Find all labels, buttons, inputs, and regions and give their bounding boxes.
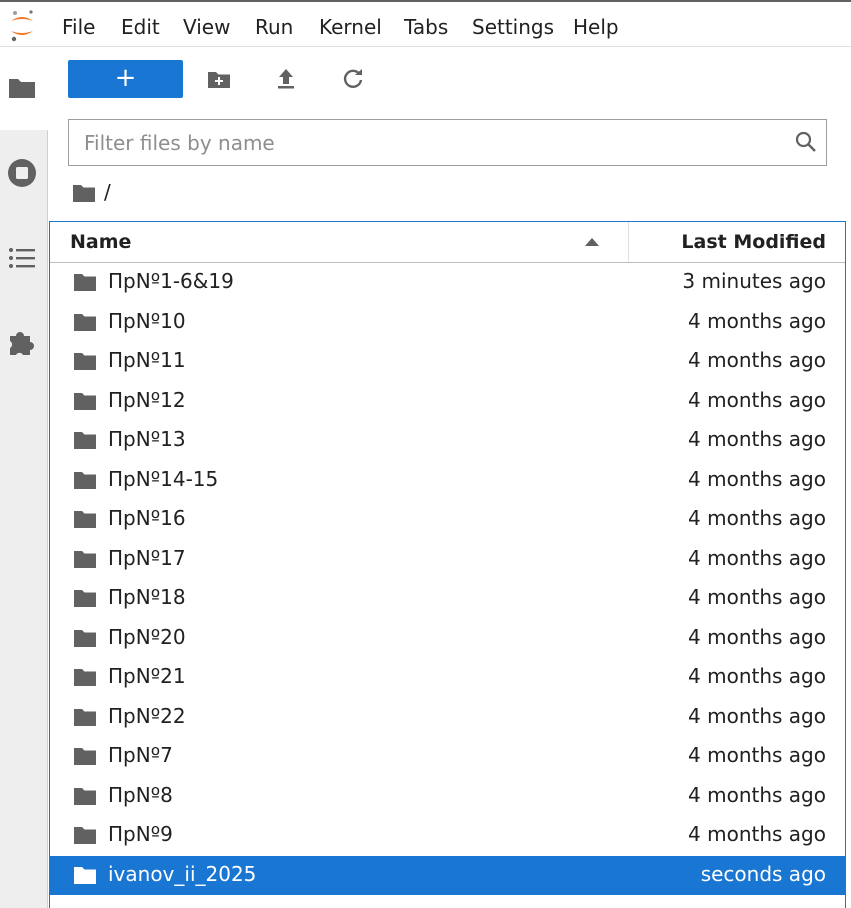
- row-last-modified: 4 months ago: [688, 782, 826, 807]
- column-header-name[interactable]: Name: [70, 231, 131, 253]
- folder-icon: [74, 827, 96, 844]
- row-name: ПрNº10: [108, 308, 186, 333]
- menu-bar: File Edit View Run Kernel Tabs Settings …: [0, 0, 851, 47]
- row-name: ПрNº12: [108, 387, 186, 412]
- row-name: ПрNº18: [108, 585, 186, 609]
- row-last-modified: 4 months ago: [688, 348, 826, 372]
- folder-icon: [74, 590, 96, 607]
- folder-icon: [74, 669, 96, 686]
- table-row[interactable]: ПрNº17 4 months ago: [50, 540, 845, 579]
- folder-icon: [74, 629, 96, 647]
- row-name: ПрNº9: [108, 822, 173, 846]
- row-last-modified: 4 months ago: [688, 585, 826, 609]
- folder-icon: [74, 353, 96, 370]
- row-last-modified: 4 months ago: [688, 466, 826, 491]
- row-name: ПрNº14-15: [108, 466, 219, 491]
- row-name: ПрNº8: [108, 782, 173, 807]
- home-folder-icon[interactable]: [72, 182, 96, 204]
- table-row[interactable]: ПрNº20 4 months ago: [50, 619, 845, 658]
- new-launcher-button[interactable]: +: [68, 60, 183, 98]
- row-last-modified: seconds ago: [700, 861, 826, 886]
- table-row[interactable]: ПрNº10 4 months ago: [50, 303, 845, 342]
- filter-input[interactable]: [69, 120, 769, 165]
- table-row[interactable]: ПрNº22 4 months ago: [50, 698, 845, 737]
- row-last-modified: 4 months ago: [688, 664, 826, 688]
- row-last-modified: 3 minutes ago: [682, 269, 826, 293]
- row-name: ПрNº13: [108, 427, 186, 451]
- column-divider[interactable]: [628, 222, 629, 262]
- table-row[interactable]: ПрNº16 4 months ago: [50, 500, 845, 539]
- menu-help[interactable]: Help: [573, 14, 619, 40]
- folder-icon: [74, 550, 96, 568]
- row-name: ivanov_ii_2025: [108, 861, 257, 886]
- row-name: ПрNº1-6&19: [108, 269, 234, 293]
- extension-icon[interactable]: [6, 326, 38, 358]
- folder-icon: [74, 274, 96, 291]
- menu-run[interactable]: Run: [255, 14, 293, 40]
- menu-tabs[interactable]: Tabs: [404, 14, 448, 40]
- new-folder-icon[interactable]: [204, 64, 234, 94]
- running-icon[interactable]: [6, 157, 38, 189]
- menu-edit[interactable]: Edit: [121, 14, 160, 40]
- row-name: ПрNº11: [108, 348, 186, 372]
- breadcrumb-path[interactable]: /: [104, 180, 111, 204]
- row-name: ПрNº22: [108, 703, 186, 728]
- row-last-modified: 4 months ago: [688, 624, 826, 649]
- sort-ascending-icon: [585, 238, 599, 246]
- table-row[interactable]: ПрNº1-6&19 3 minutes ago: [50, 263, 845, 302]
- table-row[interactable]: ПрNº7 4 months ago: [50, 737, 845, 776]
- folder-icon: [74, 787, 96, 805]
- row-name: ПрNº16: [108, 506, 186, 530]
- folder-icon: [74, 748, 96, 765]
- row-last-modified: 4 months ago: [688, 387, 826, 412]
- left-sidebar: [0, 47, 48, 908]
- row-last-modified: 4 months ago: [688, 308, 826, 333]
- folder-icon: [74, 392, 96, 410]
- listing-header: Name Last Modified: [50, 222, 845, 263]
- table-row[interactable]: ПрNº14-15 4 months ago: [50, 461, 845, 500]
- table-row[interactable]: ПрNº9 4 months ago: [50, 816, 845, 855]
- table-row[interactable]: ПрNº13 4 months ago: [50, 421, 845, 460]
- toc-icon[interactable]: [6, 242, 38, 274]
- menu-settings[interactable]: Settings: [472, 14, 554, 40]
- menu-kernel[interactable]: Kernel: [319, 14, 382, 40]
- file-listing: Name Last Modified ПрNº1-6&19 3 minutes a…: [49, 221, 846, 908]
- folder-icon: [74, 708, 96, 726]
- row-last-modified: 4 months ago: [688, 506, 826, 530]
- menu-file[interactable]: File: [62, 14, 95, 40]
- row-last-modified: 4 months ago: [688, 427, 826, 451]
- row-name: ПрNº20: [108, 624, 186, 649]
- folder-icon: [74, 511, 96, 528]
- jupyter-logo-icon[interactable]: [8, 8, 36, 44]
- row-last-modified: 4 months ago: [688, 743, 826, 767]
- menu-view[interactable]: View: [183, 14, 230, 40]
- row-name: ПрNº21: [108, 664, 186, 688]
- table-row[interactable]: ПрNº21 4 months ago: [50, 658, 845, 697]
- row-last-modified: 4 months ago: [688, 545, 826, 570]
- search-icon: [795, 131, 816, 152]
- table-row[interactable]: ПрNº8 4 months ago: [50, 777, 845, 816]
- row-last-modified: 4 months ago: [688, 822, 826, 846]
- refresh-icon[interactable]: [338, 64, 368, 94]
- table-row[interactable]: ПрNº12 4 months ago: [50, 382, 845, 421]
- table-row[interactable]: ПрNº11 4 months ago: [50, 342, 845, 381]
- folder-icon: [74, 471, 96, 489]
- file-filter: [68, 119, 827, 166]
- folder-icon: [74, 866, 96, 884]
- folder-icon[interactable]: [6, 72, 38, 104]
- row-name: ПрNº7: [108, 743, 173, 767]
- table-row[interactable]: ПрNº18 4 months ago: [50, 579, 845, 618]
- folder-icon: [74, 313, 96, 331]
- folder-icon: [74, 432, 96, 449]
- upload-icon[interactable]: [271, 64, 301, 94]
- column-header-last-modified[interactable]: Last Modified: [681, 231, 826, 253]
- table-row[interactable]: ivanov_ii_2025 seconds ago: [50, 855, 845, 895]
- row-name: ПрNº17: [108, 545, 186, 570]
- row-last-modified: 4 months ago: [688, 703, 826, 728]
